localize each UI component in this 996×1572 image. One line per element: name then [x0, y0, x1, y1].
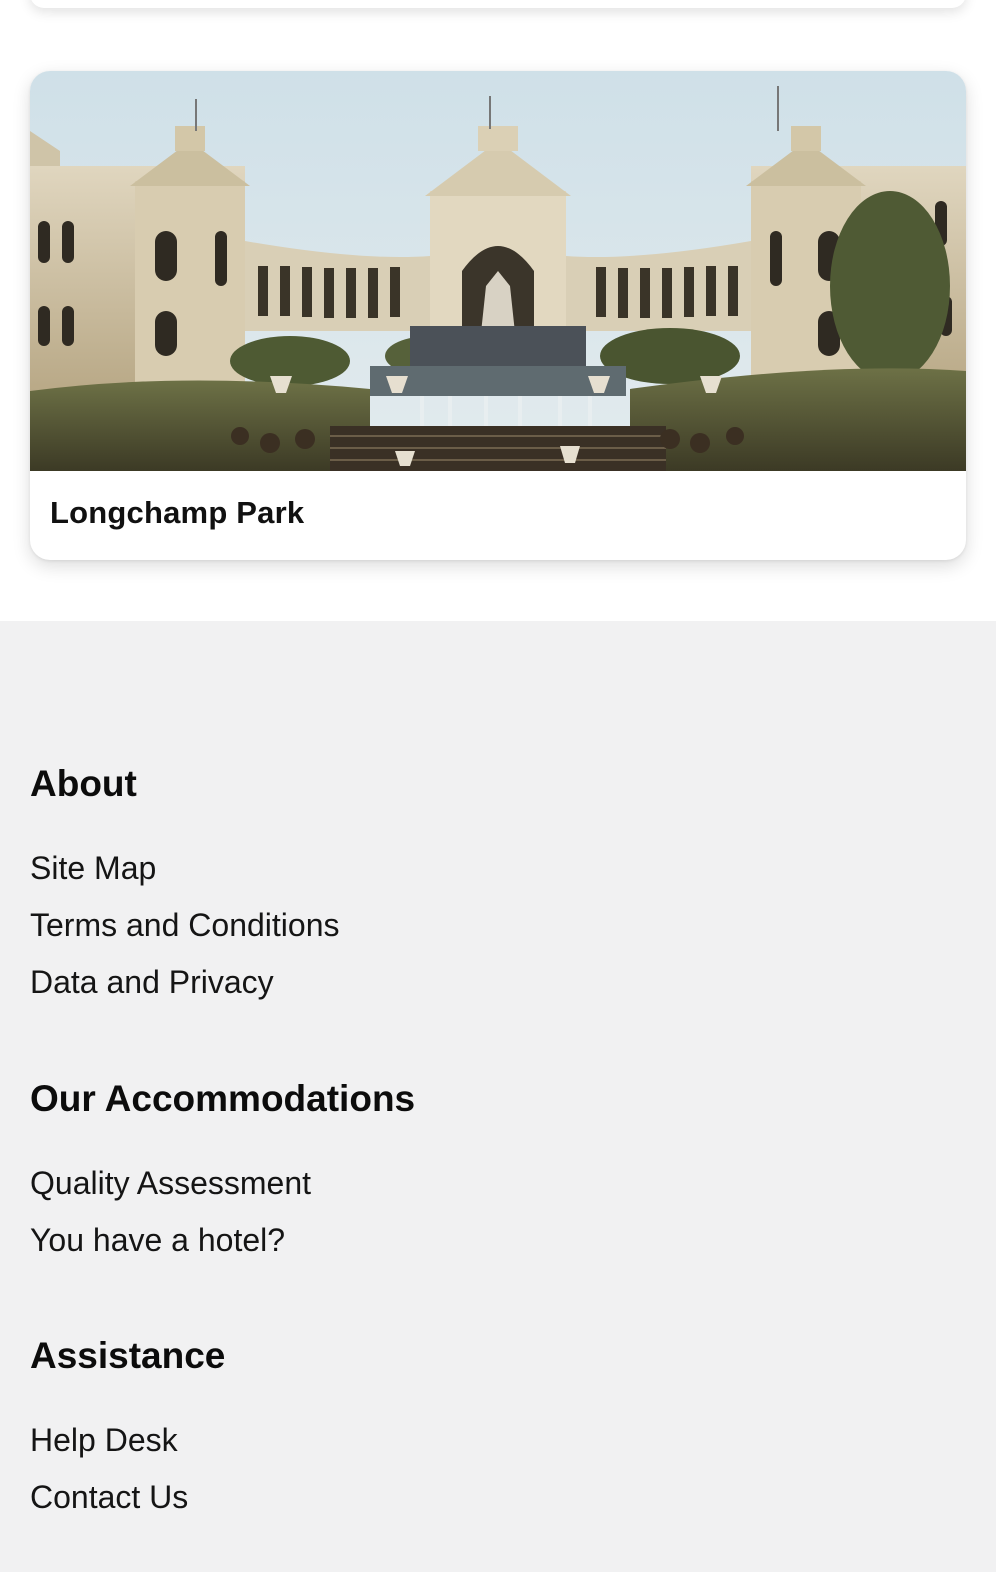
footer-links-accommodations: Quality Assessment You have a hotel? — [30, 1155, 415, 1269]
footer-link-quality-assessment[interactable]: Quality Assessment — [30, 1155, 415, 1212]
site-footer: About Site Map Terms and Conditions Data… — [0, 621, 996, 1572]
place-image — [30, 71, 966, 471]
footer-link-have-hotel[interactable]: You have a hotel? — [30, 1212, 415, 1269]
footer-heading-about: About — [30, 763, 137, 804]
footer-heading-assistance: Assistance — [30, 1335, 226, 1376]
footer-link-contact-us[interactable]: Contact Us — [30, 1469, 225, 1526]
footer-section-accommodations: Our Accommodations Quality Assessment Yo… — [30, 1077, 415, 1269]
footer-links-assistance: Help Desk Contact Us — [30, 1412, 225, 1526]
footer-link-help-desk[interactable]: Help Desk — [30, 1412, 225, 1469]
previous-card-edge[interactable] — [30, 0, 966, 8]
footer-section-assistance: Assistance Help Desk Contact Us — [30, 1334, 225, 1526]
place-card-title[interactable]: Longchamp Park — [50, 495, 304, 531]
footer-heading-accommodations: Our Accommodations — [30, 1078, 416, 1119]
footer-link-privacy[interactable]: Data and Privacy — [30, 954, 339, 1011]
footer-section-about: About Site Map Terms and Conditions Data… — [30, 762, 339, 1011]
footer-link-terms[interactable]: Terms and Conditions — [30, 897, 339, 954]
footer-links-about: Site Map Terms and Conditions Data and P… — [30, 840, 339, 1011]
place-card[interactable]: Longchamp Park — [30, 71, 966, 560]
footer-link-site-map[interactable]: Site Map — [30, 840, 339, 897]
